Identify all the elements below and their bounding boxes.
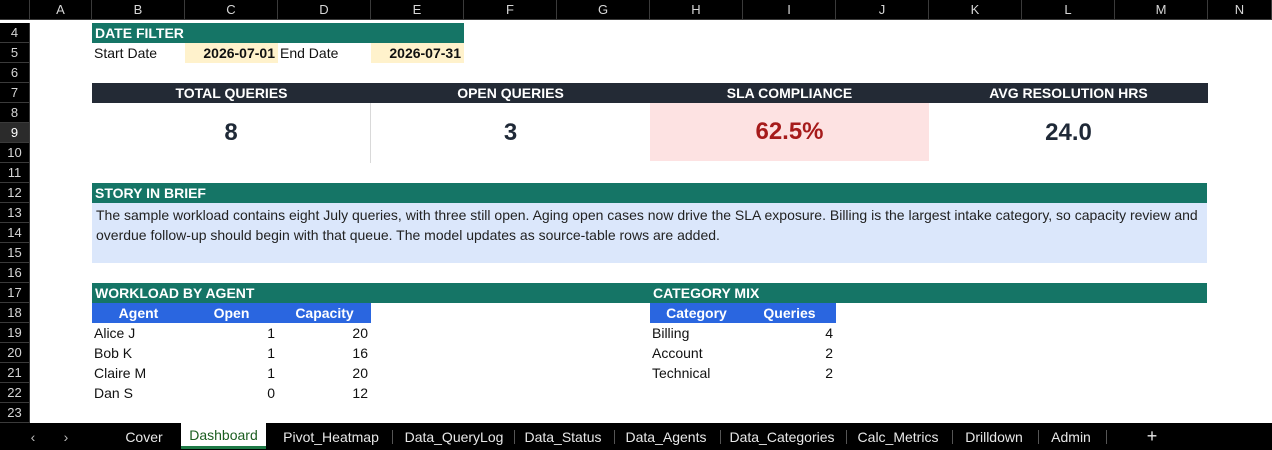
column-header-m[interactable]: M — [1115, 0, 1208, 20]
category-count-cell[interactable]: 4 — [743, 323, 836, 343]
tab-dashboard[interactable]: Dashboard — [181, 423, 266, 449]
tab-pivot-heatmap[interactable]: Pivot_Heatmap — [276, 423, 386, 450]
tab-cover[interactable]: Cover — [118, 423, 170, 450]
add-sheet-icon[interactable]: + — [1140, 423, 1164, 450]
row-header-8[interactable]: 8 — [0, 103, 30, 123]
row-header-4[interactable]: 4 — [0, 23, 30, 43]
workload-capacity-cell[interactable]: 12 — [278, 383, 371, 403]
end-date-input[interactable]: 2026-07-31 — [371, 43, 464, 63]
column-header-g[interactable]: G — [557, 0, 650, 20]
row-header-13[interactable]: 13 — [0, 203, 30, 223]
row-header-20[interactable]: 20 — [0, 343, 30, 363]
column-header-b[interactable]: B — [92, 0, 185, 20]
row-header-17[interactable]: 17 — [0, 283, 30, 303]
end-date-label[interactable]: End Date — [278, 43, 371, 63]
category-count-cell[interactable]: 2 — [743, 363, 836, 383]
category-name-cell[interactable]: Technical — [650, 363, 743, 383]
column-header-j[interactable]: J — [836, 0, 929, 20]
kpi-avg-resolution-label[interactable]: AVG RESOLUTION HRS — [929, 83, 1208, 103]
category-mix-title[interactable]: CATEGORY MIX — [650, 283, 1207, 303]
column-header-f[interactable]: F — [464, 0, 557, 20]
category-name-cell[interactable]: Billing — [650, 323, 743, 343]
kpi-total-queries-value[interactable]: 8 — [92, 103, 371, 163]
tab-admin[interactable]: Admin — [1042, 423, 1100, 450]
row-header-12[interactable]: 12 — [0, 183, 30, 203]
category-header-category[interactable]: Category — [650, 303, 743, 323]
tab-separator — [514, 430, 515, 444]
column-header-i[interactable]: I — [743, 0, 836, 20]
workload-agent-cell[interactable]: Dan S — [92, 383, 185, 403]
workload-open-cell[interactable]: 1 — [185, 363, 278, 383]
workload-capacity-cell[interactable]: 20 — [278, 363, 371, 383]
tab-data-status[interactable]: Data_Status — [518, 423, 608, 450]
workload-open-cell[interactable]: 1 — [185, 343, 278, 363]
column-header-h[interactable]: H — [650, 0, 743, 20]
column-header-c[interactable]: C — [185, 0, 278, 20]
row-header-6[interactable]: 6 — [0, 63, 30, 83]
date-filter-title[interactable]: DATE FILTER — [92, 23, 464, 43]
workload-header-open[interactable]: Open — [185, 303, 278, 323]
workload-open-cell[interactable]: 1 — [185, 323, 278, 343]
start-date-input[interactable]: 2026-07-01 — [185, 43, 278, 63]
row-header-23[interactable]: 23 — [0, 403, 30, 423]
tab-data-agents[interactable]: Data_Agents — [618, 423, 714, 450]
kpi-sla-compliance-value[interactable]: 62.5% — [650, 103, 929, 161]
tab-data-querylog[interactable]: Data_QueryLog — [396, 423, 512, 450]
kpi-total-queries-label[interactable]: TOTAL QUERIES — [92, 83, 371, 103]
row-header-9[interactable]: 9 — [0, 123, 30, 143]
tab-separator — [720, 430, 721, 444]
workload-open-cell[interactable]: 0 — [185, 383, 278, 403]
row-header-11[interactable]: 11 — [0, 163, 30, 183]
tab-separator — [614, 430, 615, 444]
story-title[interactable]: STORY IN BRIEF — [92, 183, 1207, 203]
column-header-d[interactable]: D — [278, 0, 371, 20]
spreadsheet-grid[interactable]: A B C D E F G H I J K L M N 4 5 6 7 8 9 … — [0, 0, 1272, 423]
workload-header-agent[interactable]: Agent — [92, 303, 185, 323]
kpi-open-queries-value[interactable]: 3 — [371, 103, 650, 163]
row-header-16[interactable]: 16 — [0, 263, 30, 283]
start-date-label[interactable]: Start Date — [92, 43, 185, 63]
tab-separator — [392, 430, 393, 444]
row-header-5[interactable]: 5 — [0, 43, 30, 63]
workload-capacity-cell[interactable]: 16 — [278, 343, 371, 363]
workload-title[interactable]: WORKLOAD BY AGENT — [92, 283, 650, 303]
workload-agent-cell[interactable]: Bob K — [92, 343, 185, 363]
row-header-18[interactable]: 18 — [0, 303, 30, 323]
tab-separator — [1038, 430, 1039, 444]
row-header-21[interactable]: 21 — [0, 363, 30, 383]
row-header-7[interactable]: 7 — [0, 83, 30, 103]
workload-agent-cell[interactable]: Alice J — [92, 323, 185, 343]
tab-drilldown[interactable]: Drilldown — [956, 423, 1032, 450]
tab-separator — [846, 430, 847, 444]
column-header-n[interactable]: N — [1208, 0, 1272, 20]
workload-capacity-cell[interactable]: 20 — [278, 323, 371, 343]
tab-separator — [952, 430, 953, 444]
tab-data-categories[interactable]: Data_Categories — [724, 423, 840, 450]
row-header-19[interactable]: 19 — [0, 323, 30, 343]
row-header-10[interactable]: 10 — [0, 143, 30, 163]
kpi-avg-resolution-value[interactable]: 24.0 — [929, 103, 1208, 163]
column-header-e[interactable]: E — [371, 0, 464, 20]
column-header-a[interactable]: A — [30, 0, 92, 20]
column-header-l[interactable]: L — [1022, 0, 1115, 20]
row-header-22[interactable]: 22 — [0, 383, 30, 403]
row-header-14[interactable]: 14 — [0, 223, 30, 243]
tab-scroll-left-icon[interactable]: ‹ — [22, 423, 44, 450]
tab-separator — [1106, 430, 1107, 444]
tab-scroll-right-icon[interactable]: › — [55, 423, 77, 450]
category-count-cell[interactable]: 2 — [743, 343, 836, 363]
row-header-15[interactable]: 15 — [0, 243, 30, 263]
tab-calc-metrics[interactable]: Calc_Metrics — [850, 423, 946, 450]
workload-agent-cell[interactable]: Claire M — [92, 363, 185, 383]
kpi-sla-compliance-label[interactable]: SLA COMPLIANCE — [650, 83, 929, 103]
workload-header-capacity[interactable]: Capacity — [278, 303, 371, 323]
select-all-corner[interactable] — [0, 0, 30, 20]
sheet-tab-bar: ‹ › Cover Dashboard Pivot_Heatmap Data_Q… — [0, 423, 1272, 450]
story-text[interactable]: The sample workload contains eight July … — [92, 203, 1207, 263]
kpi-open-queries-label[interactable]: OPEN QUERIES — [371, 83, 650, 103]
column-header-k[interactable]: K — [929, 0, 1022, 20]
category-name-cell[interactable]: Account — [650, 343, 743, 363]
category-header-queries[interactable]: Queries — [743, 303, 836, 323]
